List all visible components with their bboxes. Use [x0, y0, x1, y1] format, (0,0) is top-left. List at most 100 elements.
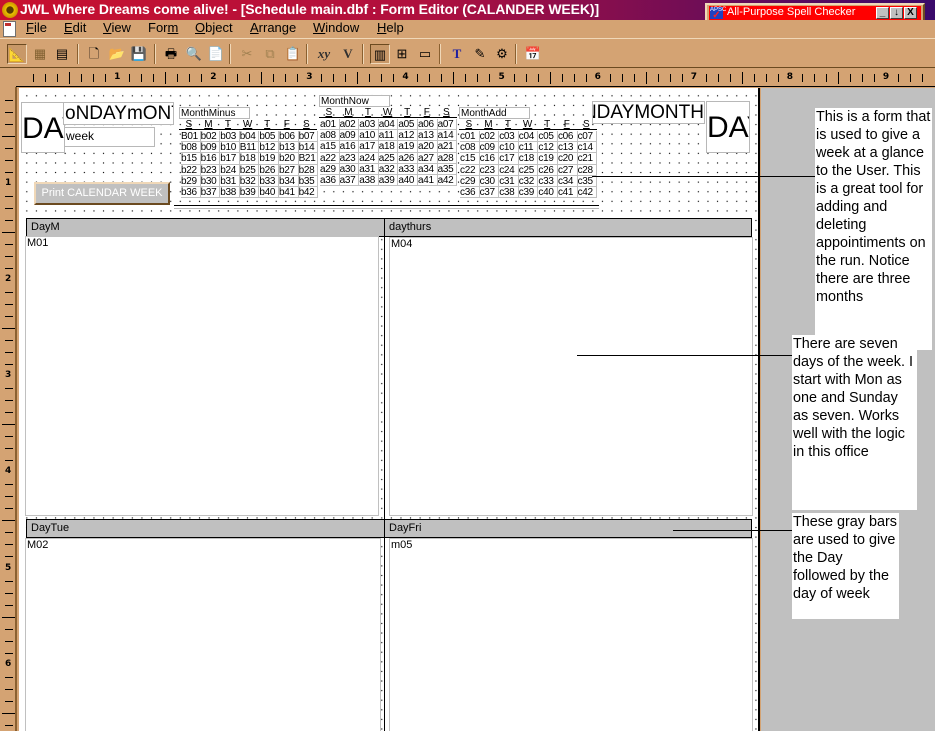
calendar-day-cell[interactable]: c41	[557, 186, 578, 199]
calendar-day-cell[interactable]: c25	[518, 164, 539, 176]
calendar-day-cell[interactable]: b17	[220, 153, 240, 165]
menu-view[interactable]: View	[103, 20, 131, 35]
close-button[interactable]: X	[904, 7, 917, 19]
calendar-day-cell[interactable]: c01	[460, 131, 480, 143]
calendar-day-cell[interactable]: c24	[499, 164, 519, 176]
expression-icon[interactable]: xy	[314, 44, 334, 64]
week-field[interactable]: week	[64, 127, 155, 147]
edit-field-icon[interactable]: ✎	[470, 44, 490, 64]
calendar-day-cell[interactable]: c03	[499, 131, 519, 143]
calendar-day-cell[interactable]: c09	[479, 142, 500, 154]
calendar-day-cell[interactable]: c19	[538, 153, 558, 165]
calendar-day-cell[interactable]: c21	[577, 153, 598, 165]
calendar-day-cell[interactable]: c15	[460, 153, 480, 165]
calendar-day-cell[interactable]: b41	[278, 186, 299, 199]
calendar-day-cell[interactable]: b16	[200, 153, 221, 165]
calendar-day-cell[interactable]: c17	[499, 153, 519, 165]
calendar-day-cell[interactable]: b13	[278, 142, 299, 154]
day-appointment-field[interactable]: M02	[25, 538, 381, 731]
new-file-icon[interactable]: 🗋	[84, 44, 104, 64]
calendar-day-cell[interactable]: c10	[499, 142, 519, 154]
calendar-day-cell[interactable]: b18	[239, 153, 260, 165]
calendar-day-cell[interactable]: c39	[518, 186, 539, 199]
design-mode-icon[interactable]: 📐	[7, 44, 27, 64]
calendar-day-cell[interactable]: b36	[181, 186, 201, 199]
day-header-bar[interactable]: DayM	[26, 218, 385, 237]
menu-edit[interactable]: Edit	[64, 20, 86, 35]
calendar-day-cell[interactable]: c11	[518, 142, 539, 154]
menu-help[interactable]: Help	[377, 20, 404, 35]
calendar-day-cell[interactable]: a26	[398, 152, 418, 164]
calendar-day-cell[interactable]: a29	[320, 163, 340, 175]
layout-view-icon[interactable]: ▥	[370, 44, 390, 64]
browse-table-icon[interactable]: ▦	[30, 44, 50, 64]
spell-checker-titlebar[interactable]: APSC ✓ All-Purpose Spell Checker _ ↓ X	[709, 6, 921, 21]
calendar-day-cell[interactable]: a11	[378, 130, 399, 142]
calendar-day-cell[interactable]: b26	[259, 164, 279, 176]
calendar-day-cell[interactable]: a40	[398, 174, 418, 187]
calendar-day-cell[interactable]: a20	[417, 141, 438, 153]
calendar-day-cell[interactable]: b05	[259, 131, 279, 143]
day-appointment-field[interactable]: M01	[25, 236, 379, 516]
calendar-day-cell[interactable]: a01	[320, 119, 340, 131]
copy-icon[interactable]: ⧉	[260, 44, 280, 64]
calendar-day-cell[interactable]: b28	[298, 164, 319, 176]
cut-icon[interactable]: ✂	[237, 44, 257, 64]
calendar-day-cell[interactable]: a19	[398, 141, 418, 153]
calendar-day-cell[interactable]: a39	[378, 174, 399, 187]
menu-form[interactable]: Form	[148, 20, 178, 35]
calendar-day-cell[interactable]: b12	[259, 142, 279, 154]
calendar-day-cell[interactable]: c18	[518, 153, 539, 165]
day-left-field[interactable]: DAY	[21, 102, 65, 153]
day-header-bar[interactable]: DayFri	[384, 519, 752, 538]
calendar-day-cell[interactable]: b42	[298, 186, 319, 199]
calendar-day-cell[interactable]: a06	[417, 119, 438, 131]
calendar-day-cell[interactable]: c08	[460, 142, 480, 154]
calendar-day-cell[interactable]: b39	[239, 186, 260, 199]
filter-icon[interactable]: V	[338, 44, 358, 64]
calendar-day-cell[interactable]: a34	[417, 163, 438, 175]
calendar-day-cell[interactable]: c31	[499, 175, 519, 187]
document-icon[interactable]	[3, 21, 16, 37]
calendar-day-cell[interactable]: b03	[220, 131, 240, 143]
calendar-day-cell[interactable]: c26	[538, 164, 558, 176]
calendar-day-cell[interactable]: c35	[577, 175, 598, 187]
menu-arrange[interactable]: Arrange	[250, 20, 296, 35]
calendar-day-cell[interactable]: b06	[278, 131, 299, 143]
month-minus-label[interactable]: MonthMinus	[179, 107, 250, 119]
calendar-day-cell[interactable]: c22	[460, 164, 480, 176]
open-file-icon[interactable]: 📂	[107, 44, 127, 64]
calendar-day-cell[interactable]: B21	[298, 153, 319, 165]
calendar-day-cell[interactable]: a10	[359, 130, 379, 142]
calendar-day-cell[interactable]: b09	[200, 142, 221, 154]
calendar-day-cell[interactable]: B01	[181, 131, 201, 143]
calendar-day-cell[interactable]: c16	[479, 153, 500, 165]
calendar-day-cell[interactable]: c33	[538, 175, 558, 187]
calendar-day-cell[interactable]: a32	[378, 163, 399, 175]
calendar-day-cell[interactable]: a09	[339, 130, 360, 142]
calendar-day-cell[interactable]: b34	[278, 175, 299, 187]
calendar-day-cell[interactable]: c20	[557, 153, 578, 165]
calendar-day-cell[interactable]: b19	[259, 153, 279, 165]
day-header-bar[interactable]: daythurs	[384, 218, 752, 237]
calendar-day-cell[interactable]: c40	[538, 186, 558, 199]
menu-object[interactable]: Object	[195, 20, 233, 35]
calendar-day-cell[interactable]: c14	[577, 142, 598, 154]
page-setup-icon[interactable]: 📄	[206, 44, 226, 64]
calendar-day-cell[interactable]: b32	[239, 175, 260, 187]
calendar-day-cell[interactable]: a33	[398, 163, 418, 175]
calendar-day-cell[interactable]: b22	[181, 164, 201, 176]
calendar-day-cell[interactable]: c13	[557, 142, 578, 154]
calendar-day-cell[interactable]: a12	[398, 130, 418, 142]
calendar-day-cell[interactable]: c32	[518, 175, 539, 187]
calendar-day-cell[interactable]: a25	[378, 152, 399, 164]
calendar-day-cell[interactable]: c42	[577, 186, 598, 199]
calendar-day-cell[interactable]: a08	[320, 130, 340, 142]
month-now-label[interactable]: MonthNow	[319, 95, 390, 107]
calendar-day-cell[interactable]: b37	[200, 186, 221, 199]
calendar-day-cell[interactable]: b38	[220, 186, 240, 199]
save-icon[interactable]: 💾	[129, 44, 149, 64]
form-view-icon[interactable]: ▤	[52, 44, 72, 64]
print-calendar-week-button[interactable]: Print CALENDAR WEEK	[34, 182, 170, 205]
calendar-day-cell[interactable]: a07	[437, 119, 458, 131]
